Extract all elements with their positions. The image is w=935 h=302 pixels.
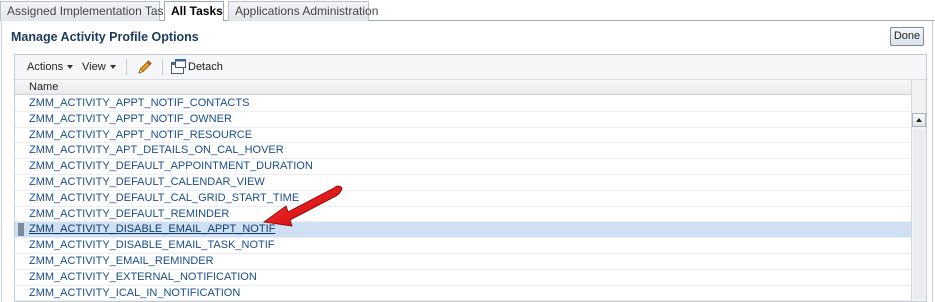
row-link[interactable]: ZMM_ACTIVITY_ICAL_IN_NOTIFICATION: [29, 287, 240, 299]
row-link[interactable]: ZMM_ACTIVITY_EXTERNAL_NOTIFICATION: [29, 271, 257, 283]
tab-all-tasks[interactable]: All Tasks: [164, 1, 224, 22]
row-selection-marker: [18, 223, 24, 237]
view-menu-label: View: [82, 61, 106, 73]
table-row[interactable]: ZMM_ACTIVITY_DEFAULT_CAL_GRID_START_TIME: [15, 191, 911, 207]
tab-applications-administration[interactable]: Applications Administration: [228, 1, 378, 21]
table-body: ZMM_ACTIVITY_APPT_NOTIF_CONTACTS ZMM_ACT…: [15, 96, 911, 301]
row-link[interactable]: ZMM_ACTIVITY_APPT_NOTIF_CONTACTS: [29, 97, 249, 109]
table-row[interactable]: ZMM_ACTIVITY_EMAIL_REMINDER: [15, 254, 911, 270]
scroll-up-icon[interactable]: [912, 113, 926, 127]
row-link[interactable]: ZMM_ACTIVITY_APT_DETAILS_ON_CAL_HOVER: [29, 144, 284, 156]
profile-options-table: Actions View Detach Name ZMM_ACTIVITY_AP…: [14, 54, 927, 302]
chevron-down-icon: [67, 65, 74, 70]
actions-menu-label: Actions: [27, 61, 64, 73]
table-row[interactable]: ZMM_ACTIVITY_APT_DETAILS_ON_CAL_HOVER: [15, 143, 911, 160]
vertical-scrollbar[interactable]: [911, 80, 926, 301]
table-row[interactable]: ZMM_ACTIVITY_APPT_NOTIF_OWNER: [15, 112, 911, 128]
row-link[interactable]: ZMM_ACTIVITY_DEFAULT_APPOINTMENT_DURATIO…: [29, 160, 313, 172]
table-row-selected[interactable]: ZMM_ACTIVITY_DISABLE_EMAIL_APPT_NOTIF: [15, 222, 911, 239]
done-button[interactable]: Done: [890, 27, 924, 46]
table-row[interactable]: ZMM_ACTIVITY_EXTERNAL_NOTIFICATION: [15, 270, 911, 286]
toolbar-divider: [126, 59, 127, 75]
detach-icon[interactable]: [170, 59, 186, 75]
view-menu[interactable]: View: [82, 59, 116, 75]
table-row[interactable]: ZMM_ACTIVITY_DEFAULT_APPOINTMENT_DURATIO…: [15, 159, 911, 175]
table-toolbar: Actions View Detach: [15, 55, 926, 80]
row-link[interactable]: ZMM_ACTIVITY_DEFAULT_CAL_GRID_START_TIME: [29, 192, 299, 204]
row-link[interactable]: ZMM_ACTIVITY_DISABLE_EMAIL_TASK_NOTIF: [29, 239, 275, 251]
actions-menu[interactable]: Actions: [27, 59, 74, 75]
table-row[interactable]: ZMM_ACTIVITY_APPT_NOTIF_CONTACTS: [15, 96, 911, 112]
page-title: Manage Activity Profile Options: [11, 30, 199, 44]
table-row[interactable]: ZMM_ACTIVITY_DISABLE_EMAIL_TASK_NOTIF: [15, 238, 911, 254]
tab-assigned-implementation-tasks[interactable]: Assigned Implementation Tasks: [0, 1, 176, 21]
row-link[interactable]: ZMM_ACTIVITY_DEFAULT_CALENDAR_VIEW: [29, 176, 265, 188]
row-link[interactable]: ZMM_ACTIVITY_APPT_NOTIF_OWNER: [29, 113, 232, 125]
row-link[interactable]: ZMM_ACTIVITY_DISABLE_EMAIL_APPT_NOTIF: [29, 223, 275, 235]
toolbar-divider: [162, 59, 163, 75]
table-row[interactable]: ZMM_ACTIVITY_ICAL_IN_NOTIFICATION: [15, 286, 911, 301]
table-row[interactable]: ZMM_ACTIVITY_APPT_NOTIF_RESOURCE: [15, 128, 911, 144]
pencil-icon[interactable]: [136, 58, 154, 76]
row-link[interactable]: ZMM_ACTIVITY_EMAIL_REMINDER: [29, 255, 214, 267]
table-row[interactable]: ZMM_ACTIVITY_DEFAULT_CALENDAR_VIEW: [15, 175, 911, 191]
column-header-name[interactable]: Name: [15, 80, 911, 95]
table-row[interactable]: ZMM_ACTIVITY_DEFAULT_REMINDER: [15, 207, 911, 223]
row-link[interactable]: ZMM_ACTIVITY_DEFAULT_REMINDER: [29, 208, 229, 220]
row-link[interactable]: ZMM_ACTIVITY_APPT_NOTIF_RESOURCE: [29, 129, 252, 141]
scrollbar-track[interactable]: [914, 130, 924, 298]
app-window: Assigned Implementation Tasks All Tasks …: [0, 0, 935, 302]
chevron-down-icon: [109, 65, 116, 70]
detach-button[interactable]: Detach: [188, 59, 223, 75]
main-panel: Manage Activity Profile Options Done Act…: [1, 21, 933, 302]
tab-bar: Assigned Implementation Tasks All Tasks …: [0, 0, 935, 22]
